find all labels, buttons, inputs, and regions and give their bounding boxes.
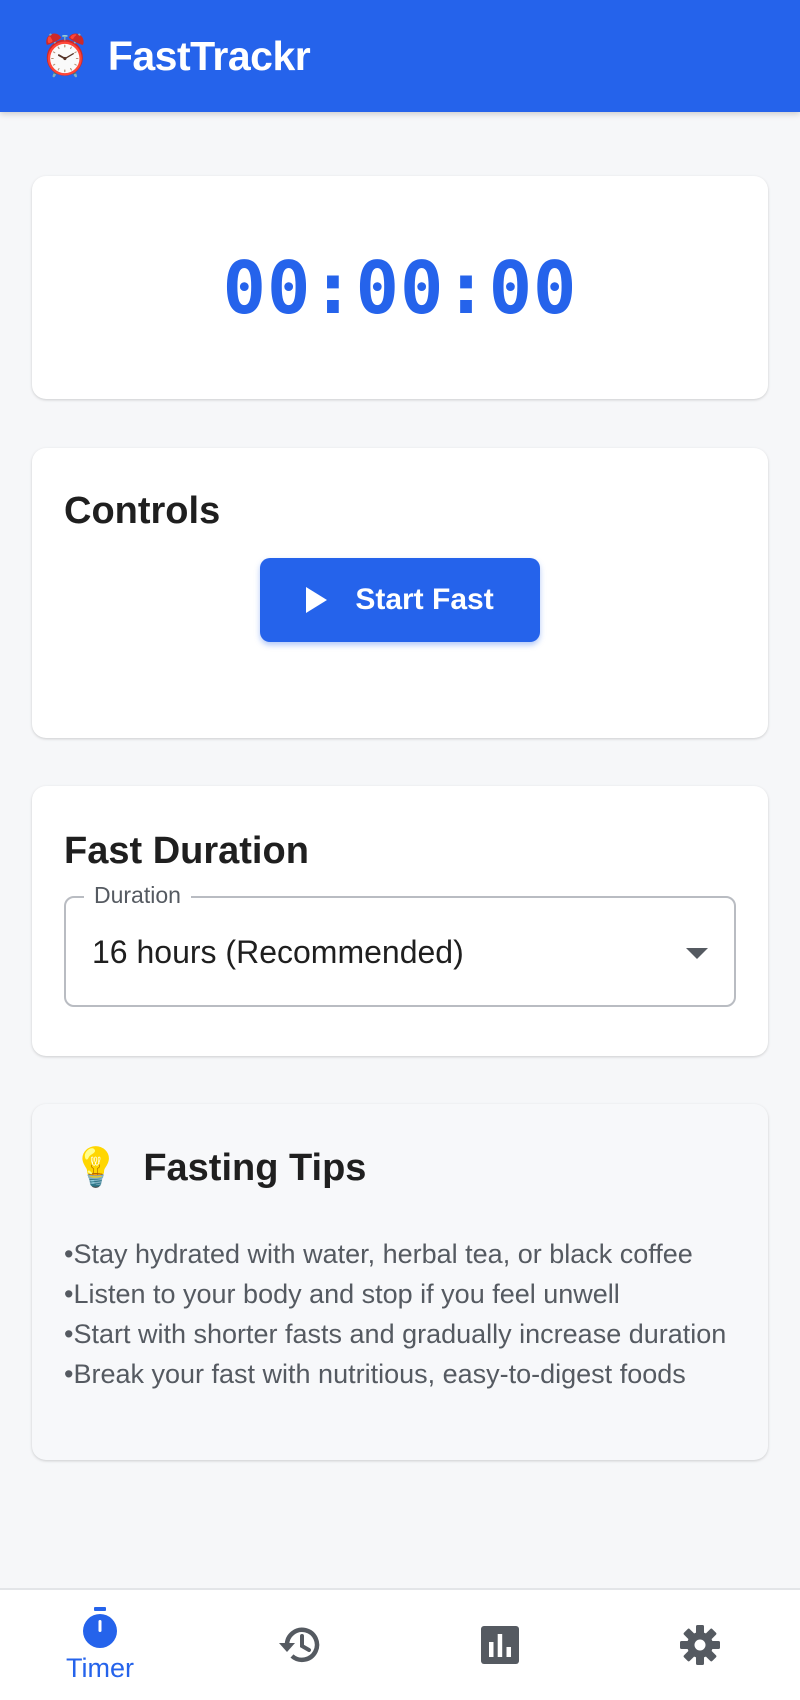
alarm-clock-icon: ⏰	[40, 34, 90, 78]
stopwatch-icon	[83, 1606, 117, 1648]
duration-heading: Fast Duration	[64, 830, 309, 872]
tip-item: Stay hydrated with water, herbal tea, or…	[64, 1234, 754, 1274]
nav-item-timer[interactable]: Timer	[0, 1590, 200, 1700]
app-title: FastTrackr	[107, 32, 311, 79]
duration-field-label: Duration	[84, 882, 191, 909]
nav-item-stats[interactable]	[400, 1590, 600, 1700]
tips-card: 💡 Fasting Tips Stay hydrated with water,…	[32, 1104, 768, 1460]
controls-heading: Controls	[64, 490, 221, 532]
tip-item: Start with shorter fasts and gradually i…	[64, 1314, 754, 1354]
timer-display: 00:00:00	[222, 245, 578, 330]
tip-item: Break your fast with nutritious, easy-to…	[64, 1354, 754, 1394]
timer-card: 00:00:00	[32, 176, 768, 399]
bar-chart-icon	[481, 1626, 519, 1664]
tips-heading: Fasting Tips	[143, 1146, 367, 1189]
start-fast-label: Start Fast	[355, 583, 494, 616]
app-bar: ⏰ FastTrackr	[0, 0, 800, 112]
dropdown-caret-icon	[686, 948, 708, 959]
tip-item: Listen to your body and stop if you feel…	[64, 1274, 754, 1314]
nav-item-settings[interactable]	[600, 1590, 800, 1700]
tips-list: Stay hydrated with water, herbal tea, or…	[64, 1234, 754, 1394]
duration-select[interactable]: Duration 16 hours (Recommended)	[64, 882, 736, 1007]
history-icon	[279, 1627, 320, 1662]
nav-label-timer: Timer	[66, 1652, 134, 1683]
tips-header: 💡 Fasting Tips	[72, 1146, 366, 1190]
play-icon	[306, 587, 328, 613]
nav-item-history[interactable]	[200, 1590, 400, 1700]
start-fast-button[interactable]: Start Fast	[260, 558, 540, 642]
settings-gear-icon	[680, 1625, 720, 1665]
lightbulb-icon: 💡	[72, 1147, 120, 1189]
controls-card: Controls Start Fast	[32, 448, 768, 738]
duration-card: Fast Duration Duration 16 hours (Recomme…	[32, 786, 768, 1056]
bottom-nav: Timer	[0, 1588, 800, 1700]
duration-selected-value: 16 hours (Recommended)	[92, 934, 464, 970]
